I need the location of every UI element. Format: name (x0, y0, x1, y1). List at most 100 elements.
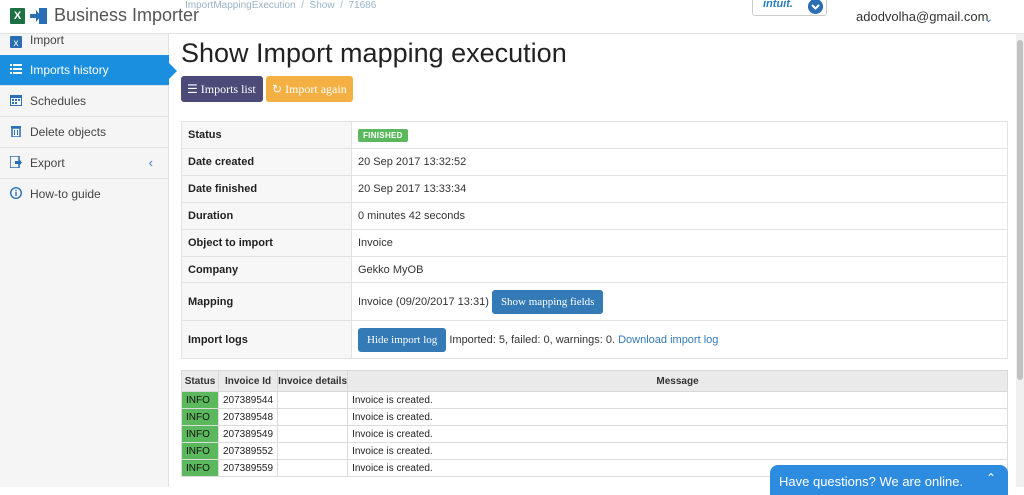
details-value: 20 Sep 2017 13:33:34 (351, 175, 1008, 203)
details-key: Date created (181, 148, 352, 176)
user-email[interactable]: adodvolha@gmail.com (856, 9, 988, 24)
chevron-down-icon[interactable]: ⌄ (984, 12, 993, 25)
details-row-date-finished: Date finished 20 Sep 2017 13:33:34 (181, 175, 1008, 203)
import-again-label: Import again (285, 82, 347, 96)
details-key: Status (181, 121, 352, 149)
invoice-details-cell (277, 459, 349, 477)
details-row-status: Status FINISHED (181, 121, 1008, 149)
download-import-log-link[interactable]: Download import log (618, 333, 718, 345)
status-badge: FINISHED (358, 128, 408, 142)
invoice-id-cell: 207389549 (217, 425, 279, 443)
sidebar-item-label: Imports history (30, 63, 109, 77)
show-mapping-fields-button[interactable]: Show mapping fields (491, 289, 604, 314)
hide-import-log-button[interactable]: Hide import log (358, 327, 447, 352)
details-value: Invoice (351, 229, 1008, 257)
status-cell: INFO (181, 442, 219, 460)
invoice-details-cell (277, 391, 349, 409)
invoice-id-cell: 207389552 (217, 442, 279, 460)
details-value: Gekko MyOB (351, 256, 1008, 283)
breadcrumb-item: 71686 (348, 0, 377, 11)
details-key: Company (181, 256, 352, 283)
column-header: Message (347, 370, 1008, 392)
sidebar-item-label: Import (30, 33, 65, 47)
mapping-value: Invoice (09/20/2017 13:31) (358, 295, 489, 308)
svg-text:x: x (14, 38, 19, 48)
info-icon (10, 187, 22, 199)
details-row-duration: Duration 0 minutes 42 seconds (181, 202, 1008, 230)
sidebar: x Import Imports history Schedules Delet… (0, 33, 177, 487)
sidebar-item-label: Delete objects (30, 125, 107, 139)
column-header: Status (181, 370, 219, 392)
list-icon (10, 64, 22, 74)
sidebar-item-label: How-to guide (30, 187, 101, 201)
invoice-id-cell: 207389548 (217, 408, 279, 426)
trash-icon (11, 126, 21, 137)
page-scrollbar[interactable] (1016, 34, 1024, 487)
chevron-up-icon[interactable]: ⌃ (986, 471, 996, 485)
status-cell: INFO (181, 459, 219, 477)
message-cell: Invoice is created. (347, 425, 1008, 443)
import-arrow-icon (30, 8, 47, 24)
intuit-badge[interactable]: intuit. (752, 0, 827, 16)
details-key: Mapping (181, 282, 352, 321)
message-cell: Invoice is created. (347, 408, 1008, 426)
chevron-down-icon (808, 0, 823, 14)
invoice-details-cell (277, 442, 349, 460)
chevron-left-icon[interactable]: ‹ (149, 155, 153, 170)
sidebar-item-imports-history[interactable]: Imports history (0, 55, 177, 86)
details-key: Duration (181, 202, 352, 230)
scrollbar-thumb[interactable] (1017, 40, 1023, 380)
sidebar-item-how-to-guide[interactable]: How-to guide (0, 179, 169, 210)
sidebar-item-label: Export (30, 156, 65, 170)
execution-details-table: Status FINISHED Date created 20 Sep 2017… (181, 121, 1008, 359)
details-value: FINISHED (351, 121, 1008, 149)
breadcrumb: ImportMappingExecution / Show / 71686 (185, 0, 377, 11)
list-icon: ☰ (187, 82, 198, 96)
imports-list-button[interactable]: ☰ Imports list (181, 76, 263, 102)
message-cell: Invoice is created. (347, 391, 1008, 409)
details-value: Invoice (09/20/2017 13:31) Show mapping … (351, 282, 1008, 321)
sidebar-item-label: Schedules (30, 94, 87, 108)
invoice-details-cell (277, 425, 349, 443)
breadcrumb-item[interactable]: Show (310, 0, 335, 11)
details-row-mapping: Mapping Invoice (09/20/2017 13:31) Show … (181, 282, 1008, 321)
table-row: INFO 207389549 Invoice is created. (181, 425, 1008, 443)
page-title: Show Import mapping execution (181, 38, 567, 68)
details-row-object: Object to import Invoice (181, 229, 1008, 257)
invoice-details-cell (277, 408, 349, 426)
sidebar-item-schedules[interactable]: Schedules (0, 86, 169, 117)
details-key: Date finished (181, 175, 352, 203)
table-row: INFO 207389544 Invoice is created. (181, 391, 1008, 409)
sidebar-item-export[interactable]: Export ‹ (0, 148, 169, 179)
invoice-id-cell: 207389559 (217, 459, 279, 477)
excel-logo-icon: X (10, 8, 25, 24)
refresh-icon: ↻ (272, 82, 283, 96)
app-brand[interactable]: Business Importer (54, 5, 199, 26)
column-header: Invoice Id (217, 370, 279, 392)
table-row: INFO 207389552 Invoice is created. (181, 442, 1008, 460)
table-header-row: Status Invoice Id Invoice details Messag… (181, 370, 1008, 392)
details-row-company: Company Gekko MyOB (181, 256, 1008, 283)
details-value: 0 minutes 42 seconds (351, 202, 1008, 230)
details-row-date-created: Date created 20 Sep 2017 13:32:52 (181, 148, 1008, 176)
sidebar-item-import[interactable]: x Import (0, 26, 169, 57)
imports-list-label: Imports list (200, 82, 256, 96)
status-cell: INFO (181, 408, 219, 426)
import-log-table: Status Invoice Id Invoice details Messag… (181, 370, 1008, 477)
import-again-button[interactable]: ↻ Import again (266, 76, 353, 102)
intuit-logo: intuit. (763, 0, 793, 10)
calendar-icon (10, 95, 22, 106)
sidebar-item-delete-objects[interactable]: Delete objects (0, 117, 169, 148)
chat-widget[interactable]: Have questions? We are online. ⌃ (770, 465, 1008, 495)
breadcrumb-item[interactable]: ImportMappingExecution (185, 0, 296, 11)
status-cell: INFO (181, 391, 219, 409)
invoice-id-cell: 207389544 (217, 391, 279, 409)
table-row: INFO 207389548 Invoice is created. (181, 408, 1008, 426)
details-key: Import logs (181, 320, 352, 359)
details-value: 20 Sep 2017 13:32:52 (351, 148, 1008, 176)
details-value: Hide import log Imported: 5, failed: 0, … (351, 320, 1008, 359)
message-cell: Invoice is created. (347, 442, 1008, 460)
import-summary: Imported: 5, failed: 0, warnings: 0. (449, 333, 616, 346)
column-header: Invoice details (277, 370, 349, 392)
export-icon (10, 156, 22, 168)
